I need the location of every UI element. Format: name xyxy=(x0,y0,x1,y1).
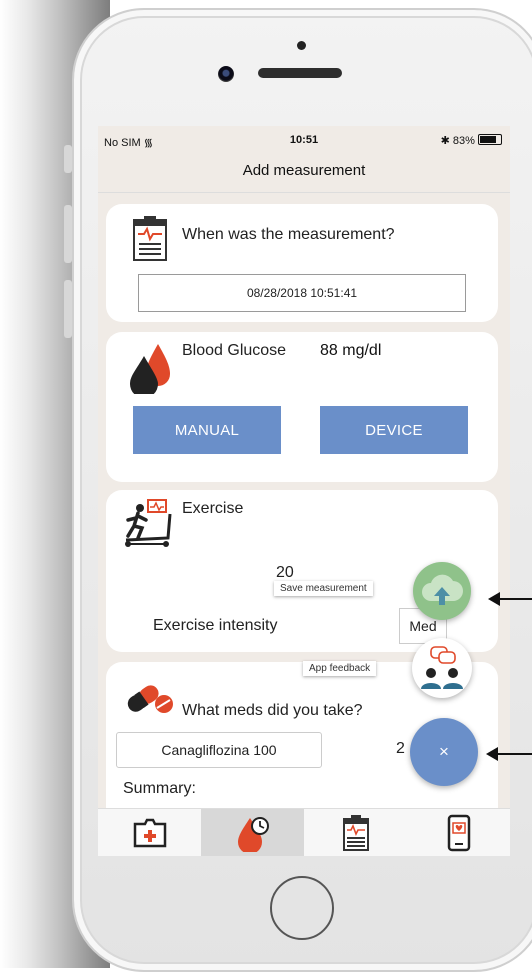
earpiece-speaker xyxy=(258,68,342,78)
volume-up-button xyxy=(64,205,72,263)
clipboard-icon xyxy=(342,814,370,852)
volume-down-button xyxy=(64,280,72,338)
meds-question: What meds did you take? xyxy=(182,702,363,719)
glucose-card: Blood Glucose 88 mg/dl MANUAL DEVICE xyxy=(106,332,498,482)
front-camera xyxy=(218,66,234,82)
medical-kit-icon xyxy=(133,818,167,848)
datetime-field[interactable]: 08/28/2018 10:51:41 xyxy=(138,274,466,312)
blood-drops-icon xyxy=(128,342,172,394)
medication-quantity[interactable]: 2 xyxy=(396,740,405,758)
exercise-label: Exercise xyxy=(182,500,244,517)
cloud-upload-icon xyxy=(421,573,463,609)
pill-icon xyxy=(124,676,174,716)
save-measurement-tooltip: Save measurement xyxy=(274,581,373,596)
bluetooth-icon: ✱ xyxy=(440,135,450,147)
proximity-sensor xyxy=(297,41,306,50)
close-annotation-arrow xyxy=(486,747,532,761)
app-feedback-button[interactable] xyxy=(412,638,472,698)
exercise-intensity-label: Exercise intensity xyxy=(153,617,278,634)
page-title: Add measurement xyxy=(242,162,366,179)
tab-glucose[interactable] xyxy=(201,809,304,856)
medication-select[interactable]: Canagliflozina 100 xyxy=(116,732,322,768)
battery-status: ✱ 83% xyxy=(441,134,502,147)
nav-divider xyxy=(98,192,510,193)
glucose-clock-icon xyxy=(236,814,270,852)
battery-icon xyxy=(478,134,502,145)
manual-button[interactable]: MANUAL xyxy=(133,406,281,454)
tab-phone-health[interactable] xyxy=(407,809,510,856)
mute-switch xyxy=(64,145,72,173)
home-button[interactable] xyxy=(270,876,334,940)
save-annotation-arrow xyxy=(488,592,532,606)
phone-heart-icon xyxy=(446,814,472,852)
glucose-value: 88 mg/dl xyxy=(320,342,382,359)
feedback-chat-icon xyxy=(417,643,467,693)
tab-medical-kit[interactable] xyxy=(98,809,201,856)
when-question: When was the measurement? xyxy=(182,226,395,243)
bottom-tab-bar xyxy=(98,808,510,856)
glucose-label: Blood Glucose xyxy=(182,342,287,359)
save-measurement-button[interactable] xyxy=(413,562,471,620)
status-bar: No SIM ᯾ 10:51 ✱ 83% xyxy=(98,126,510,156)
device-button[interactable]: DEVICE xyxy=(320,406,468,454)
exercise-duration-value[interactable]: 20 xyxy=(276,564,294,582)
close-fab-button[interactable]: × xyxy=(410,718,478,786)
clipboard-icon xyxy=(132,214,168,262)
tab-records[interactable] xyxy=(304,809,407,856)
app-feedback-tooltip: App feedback xyxy=(303,661,377,676)
summary-label: Summary: xyxy=(123,780,196,797)
treadmill-icon xyxy=(122,498,178,548)
when-card: When was the measurement? 08/28/2018 10:… xyxy=(106,204,498,322)
